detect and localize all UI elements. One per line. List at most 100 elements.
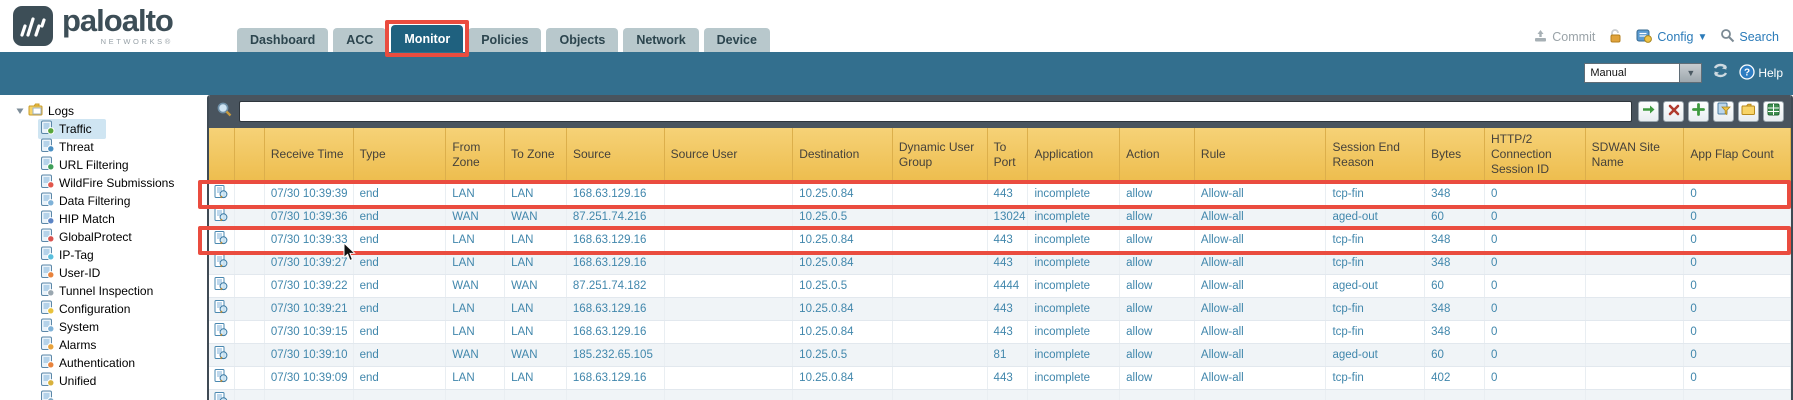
sidebar-item-user-id[interactable]: User-ID [38, 264, 207, 282]
tab-monitor[interactable]: Monitor [391, 25, 463, 52]
column-header-from_zone[interactable]: From Zone [446, 128, 505, 181]
table-row[interactable]: 07/30 10:39:39endLANLAN168.63.129.1610.2… [209, 183, 1791, 206]
sidebar-item-alarms[interactable]: Alarms [38, 336, 207, 354]
sidebar-item-data-filtering[interactable]: Data Filtering [38, 192, 207, 210]
sidebar-item-hip-match[interactable]: HIP Match [38, 210, 207, 228]
log-filter-input[interactable] [239, 101, 1632, 122]
log-detail-cell[interactable] [209, 367, 235, 389]
clear-filter-button[interactable] [1663, 101, 1684, 122]
column-header-action[interactable]: Action [1120, 128, 1195, 181]
log-detail-cell[interactable] [209, 275, 235, 297]
tab-device[interactable]: Device [704, 28, 770, 52]
cell-http2_connection_session_id: 0 [1485, 252, 1586, 274]
log-detail-magnifier-icon[interactable] [214, 300, 229, 318]
table-row[interactable]: 07/30 10:39:21endLANLAN168.63.129.1610.2… [209, 298, 1791, 321]
column-header-to_port[interactable]: To Port [988, 128, 1029, 181]
refresh-mode-dropdown-arrow[interactable]: ▼ [1680, 63, 1702, 83]
column-header-flags[interactable] [235, 128, 265, 181]
table-row[interactable]: 07/30 10:39:36endWANWAN87.251.74.21610.2… [209, 206, 1791, 229]
table-row[interactable]: 07/30 10:39:22endWANWAN87.251.74.18210.2… [209, 275, 1791, 298]
log-detail-cell[interactable] [209, 206, 235, 228]
sidebar-item-label: Tunnel Inspection [59, 284, 153, 298]
log-detail-cell[interactable] [209, 390, 235, 400]
table-row[interactable]: 07/30 10:39:10endWANWAN185.232.65.10510.… [209, 344, 1791, 367]
table-row[interactable] [209, 390, 1791, 400]
log-detail-magnifier-icon[interactable] [214, 208, 229, 226]
search-button[interactable]: Search [1720, 28, 1779, 46]
cell-to_zone [505, 390, 567, 400]
sidebar-item-traffic[interactable]: Traffic [38, 120, 207, 138]
cell-application: incomplete [1028, 229, 1120, 251]
table-row[interactable]: 07/30 10:39:09endLANLAN168.63.129.1610.2… [209, 367, 1791, 390]
column-header-destination[interactable]: Destination [793, 128, 893, 181]
log-detail-cell[interactable] [209, 321, 235, 343]
column-header-http2_connection_session_id[interactable]: HTTP/2 Connection Session ID [1485, 128, 1586, 181]
tab-network[interactable]: Network [623, 28, 698, 52]
sidebar-item-ip-tag[interactable]: IP-Tag [38, 246, 207, 264]
app-header: paloalto NETWORKS® DashboardACCMonitorPo… [0, 0, 1793, 52]
load-filter-button[interactable] [1738, 101, 1759, 122]
sidebar-item-threat[interactable]: Threat [38, 138, 207, 156]
refresh-mode-select[interactable]: Manual ▼ [1584, 63, 1702, 83]
sidebar-item-wildfire-submissions[interactable]: WildFire Submissions [38, 174, 207, 192]
config-menu-button[interactable]: Config ▼ [1636, 28, 1707, 46]
log-detail-cell[interactable] [209, 229, 235, 251]
filter-builder-button[interactable] [1713, 101, 1734, 122]
table-row[interactable]: 07/30 10:39:15endLANLAN168.63.129.1610.2… [209, 321, 1791, 344]
sidebar-item-globalprotect[interactable]: GlobalProtect [38, 228, 207, 246]
sidebar-item-configuration[interactable]: Configuration [38, 300, 207, 318]
commit-button[interactable]: Commit [1533, 29, 1595, 46]
column-header-rule[interactable]: Rule [1195, 128, 1327, 181]
expander-triangle-icon[interactable] [16, 104, 24, 118]
log-detail-magnifier-icon[interactable] [214, 254, 229, 272]
column-header-receive_time[interactable]: Receive Time [265, 128, 354, 181]
cell-dynamic_user_group [893, 390, 988, 400]
cell-sdwan_site_name [1586, 298, 1685, 320]
column-header-to_zone[interactable]: To Zone [505, 128, 567, 181]
cell-to_zone: WAN [505, 344, 567, 366]
log-detail-magnifier-icon[interactable] [214, 277, 229, 295]
tab-policies[interactable]: Policies [468, 28, 541, 52]
tab-objects[interactable]: Objects [546, 28, 618, 52]
column-header-bytes[interactable]: Bytes [1425, 128, 1485, 181]
log-detail-cell[interactable] [209, 298, 235, 320]
flags-cell [235, 183, 265, 205]
sidebar-item-unified[interactable]: Unified [38, 372, 207, 390]
column-header-detail[interactable] [209, 128, 235, 181]
table-row[interactable]: 07/30 10:39:27endLANLAN168.63.129.1610.2… [209, 252, 1791, 275]
refresh-button[interactable] [1711, 62, 1730, 84]
export-logs-button[interactable] [1763, 101, 1784, 122]
sidebar-item-authentication[interactable]: Authentication [38, 354, 207, 372]
log-detail-cell[interactable] [209, 344, 235, 366]
log-detail-cell[interactable] [209, 252, 235, 274]
column-header-app_flap_count[interactable]: App Flap Count [1684, 128, 1791, 181]
unified-log-icon [40, 372, 55, 390]
log-detail-magnifier-icon[interactable] [214, 346, 229, 364]
tab-acc[interactable]: ACC [333, 28, 386, 52]
apply-filter-button[interactable] [1638, 101, 1659, 122]
table-row[interactable]: 07/30 10:39:33endLANLAN168.63.129.1610.2… [209, 229, 1791, 252]
log-detail-magnifier-icon[interactable] [214, 369, 229, 387]
help-button[interactable]: ? Help [1739, 64, 1783, 83]
log-detail-magnifier-icon[interactable] [214, 323, 229, 341]
column-header-source[interactable]: Source [567, 128, 665, 181]
sidebar-item-label: Unified [59, 374, 96, 388]
column-header-source_user[interactable]: Source User [665, 128, 794, 181]
add-filter-button[interactable] [1688, 101, 1709, 122]
sidebar-item-partial[interactable] [38, 390, 207, 400]
tree-node-logs[interactable]: Logs [16, 102, 207, 120]
sidebar-item-tunnel-inspection[interactable]: Tunnel Inspection [38, 282, 207, 300]
log-detail-magnifier-icon[interactable] [214, 231, 229, 249]
column-header-session_end_reason[interactable]: Session End Reason [1326, 128, 1425, 181]
tab-dashboard[interactable]: Dashboard [237, 28, 328, 52]
sidebar-item-url-filtering[interactable]: URL Filtering [38, 156, 207, 174]
column-header-application[interactable]: Application [1028, 128, 1120, 181]
sidebar-item-system[interactable]: System [38, 318, 207, 336]
log-detail-cell[interactable] [209, 183, 235, 205]
lock-button[interactable] [1608, 28, 1623, 46]
column-header-sdwan_site_name[interactable]: SDWAN Site Name [1586, 128, 1685, 181]
log-detail-magnifier-icon[interactable] [214, 185, 229, 203]
log-detail-magnifier-icon[interactable] [214, 392, 229, 400]
column-header-dynamic_user_group[interactable]: Dynamic User Group [893, 128, 988, 181]
column-header-type[interactable]: Type [354, 128, 447, 181]
